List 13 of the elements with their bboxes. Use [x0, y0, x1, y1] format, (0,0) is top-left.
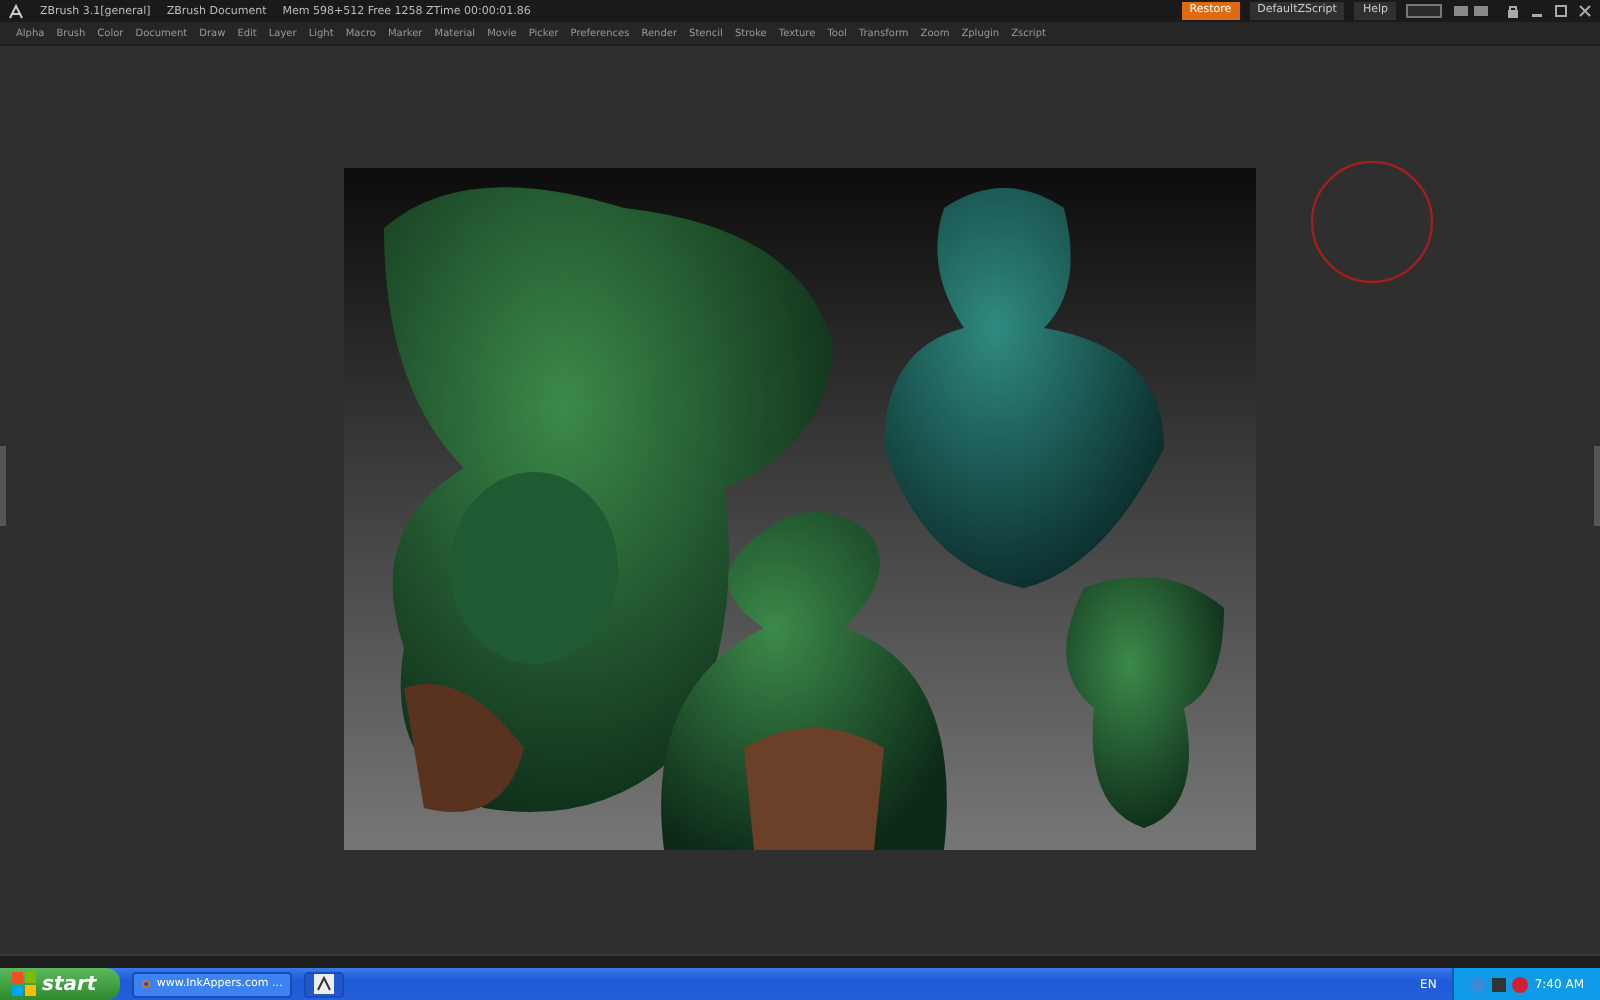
layout-icon[interactable]	[1406, 4, 1442, 18]
globe-icon	[142, 974, 151, 994]
lock-icon[interactable]	[1506, 4, 1520, 18]
start-button[interactable]: start	[0, 968, 121, 1000]
maximize-icon[interactable]	[1554, 4, 1568, 18]
close-icon[interactable]	[1578, 4, 1592, 18]
logo-icon	[8, 3, 24, 19]
side-handle[interactable]	[0, 446, 6, 526]
windows-flag-icon	[12, 972, 36, 996]
cursor-ring-icon	[1308, 158, 1436, 286]
app-icon	[314, 974, 335, 994]
taskbar-button[interactable]	[304, 971, 345, 997]
side-handle[interactable]	[1594, 446, 1600, 526]
